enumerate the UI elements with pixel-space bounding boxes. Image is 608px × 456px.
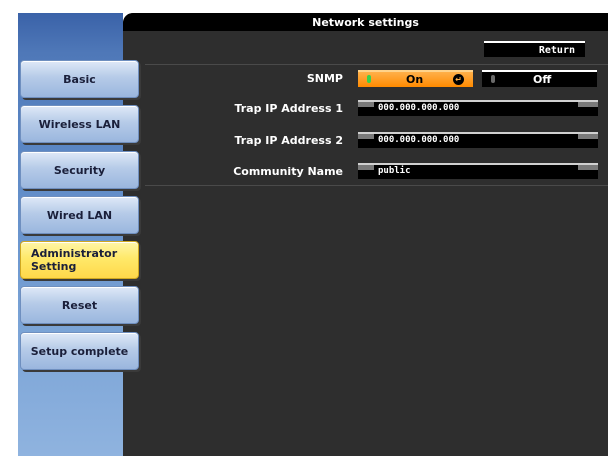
field-notch-right <box>578 134 598 139</box>
sidebar-item-label: Security <box>53 163 106 177</box>
sidebar-item-setup-complete[interactable]: Setup complete <box>20 332 139 370</box>
sidebar-header <box>18 13 123 53</box>
snmp-label: SNMP <box>306 72 343 85</box>
field-notch-right <box>578 102 598 107</box>
off-indicator-icon <box>491 75 495 83</box>
divider-top <box>145 64 608 65</box>
snmp-on-button[interactable]: On ↵ <box>358 70 473 87</box>
sidebar-item-administrator-setting[interactable]: Administrator Setting <box>20 241 139 279</box>
sidebar-item-wired-lan[interactable]: Wired LAN <box>20 196 139 234</box>
community-name-value: public <box>378 166 411 176</box>
return-button-label: Return <box>538 44 575 56</box>
sidebar-item-security[interactable]: Security <box>20 151 139 189</box>
divider-bottom <box>145 185 608 186</box>
enter-icon: ↵ <box>453 74 464 85</box>
sidebar-item-label: Basic <box>63 72 96 86</box>
field-notch-left <box>358 165 374 170</box>
snmp-off-label: Off <box>533 73 552 86</box>
snmp-on-label: On <box>406 73 424 86</box>
sidebar-item-wireless-lan[interactable]: Wireless LAN <box>20 105 139 143</box>
window-title: Network settings <box>123 13 608 31</box>
sidebar-item-label: Reset <box>61 298 98 312</box>
trap-ip-2-label: Trap IP Address 2 <box>234 134 343 147</box>
trap-ip-1-value: 000.000.000.000 <box>378 103 460 113</box>
trap-ip-2-value: 000.000.000.000 <box>378 135 460 145</box>
sidebar-item-label: Setup complete <box>30 344 129 358</box>
field-notch-right <box>578 165 598 170</box>
sidebar-item-reset[interactable]: Reset <box>20 286 139 324</box>
trap-ip-2-field[interactable]: 000.000.000.000 <box>358 132 598 148</box>
app-frame: Network settings Return SNMP On ↵ Off Tr… <box>18 13 608 456</box>
sidebar-item-label: Wired LAN <box>46 208 113 222</box>
field-notch-left <box>358 102 374 107</box>
trap-ip-1-label: Trap IP Address 1 <box>234 102 343 115</box>
sidebar-item-label: Administrator Setting <box>31 247 118 273</box>
sidebar-item-label: Wireless LAN <box>38 117 121 131</box>
sidebar-item-basic[interactable]: Basic <box>20 60 139 98</box>
window-title-text: Network settings <box>312 15 419 29</box>
trap-ip-1-field[interactable]: 000.000.000.000 <box>358 100 598 116</box>
field-notch-left <box>358 134 374 139</box>
snmp-off-button[interactable]: Off <box>482 70 597 87</box>
community-name-label: Community Name <box>233 165 343 178</box>
main-panel: Network settings Return SNMP On ↵ Off Tr… <box>123 13 608 456</box>
return-button[interactable]: Return <box>484 41 585 57</box>
community-name-field[interactable]: public <box>358 163 598 179</box>
on-indicator-icon <box>367 75 371 83</box>
